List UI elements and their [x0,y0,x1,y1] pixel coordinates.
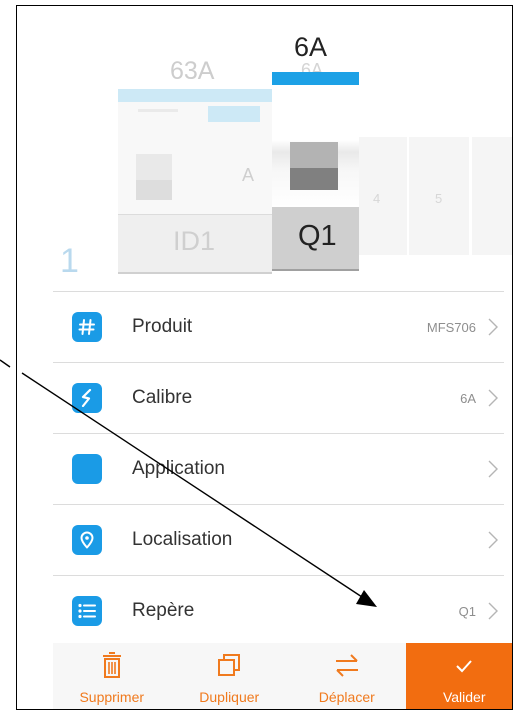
breaker-top-bar [118,89,272,102]
list-item-label: Repère [132,600,195,621]
breaker-selected-bar [272,72,359,85]
checkmark-icon [456,660,472,673]
duplicate-button[interactable]: Dupliquer [171,643,289,709]
blank-icon [72,454,102,484]
action-toolbar: Supprimer Dupliquer Déplacer Valider [53,643,512,709]
breaker-module-q1[interactable]: 6A 6A Q1 [272,32,359,271]
validate-button[interactable]: Valider [405,643,512,709]
duplicate-icon [218,654,241,676]
validate-label: Valider [442,689,486,705]
panel-row-number: 1 [60,242,79,280]
test-button [208,106,260,122]
list-item-repere[interactable]: Repère Q1 [53,576,504,647]
duplicate-label: Dupliquer [199,689,260,705]
list-item-label: Localisation [132,529,233,550]
lightning-icon [72,383,102,413]
breaker-module-id1[interactable]: 63A A ID1 [118,57,272,274]
swap-arrows-icon [335,654,358,677]
empty-slot[interactable] [472,137,512,255]
hash-icon [72,312,102,342]
empty-slot-number: 4 [373,191,381,206]
move-label: Déplacer [318,689,375,705]
breaker-handle-shade [136,180,172,200]
chevron-right-icon [488,318,498,336]
breaker-decoration [138,109,178,112]
chevron-right-icon [488,460,498,478]
list-item-application[interactable]: Application [53,434,504,505]
list-item-value: 6A [460,391,476,406]
location-pin-icon [72,525,102,555]
breaker-rating: 63A [170,57,215,85]
list-item-label: Application [132,458,225,479]
breaker-handle-shade [290,168,338,190]
delete-label: Supprimer [79,689,145,705]
list-item-label: Produit [132,316,193,337]
breaker-unit: A [242,165,255,185]
chevron-right-icon [488,389,498,407]
trash-icon [102,652,121,678]
chevron-right-icon [488,602,498,620]
list-item-label: Calibre [132,387,193,408]
empty-slot-number: 5 [435,191,443,206]
chevron-right-icon [488,531,498,549]
move-button[interactable]: Déplacer [288,643,406,709]
properties-list: Produit MFS706 Calibre 6A Application Lo… [53,291,504,647]
list-icon [72,596,102,626]
breaker-label: Q1 [298,220,337,252]
list-item-value: MFS706 [426,320,476,335]
list-item-localisation[interactable]: Localisation [53,505,504,576]
list-item-calibre[interactable]: Calibre 6A [53,363,504,434]
breaker-label: ID1 [173,226,216,256]
device-screen: 1 4 5 63A A ID1 6A 6A Q1 Produit MFS706 [16,5,513,710]
list-item-produit[interactable]: Produit MFS706 [53,291,504,363]
breaker-rating: 6A [294,32,328,62]
delete-button[interactable]: Supprimer [53,643,171,709]
list-item-value: Q1 [458,604,476,619]
